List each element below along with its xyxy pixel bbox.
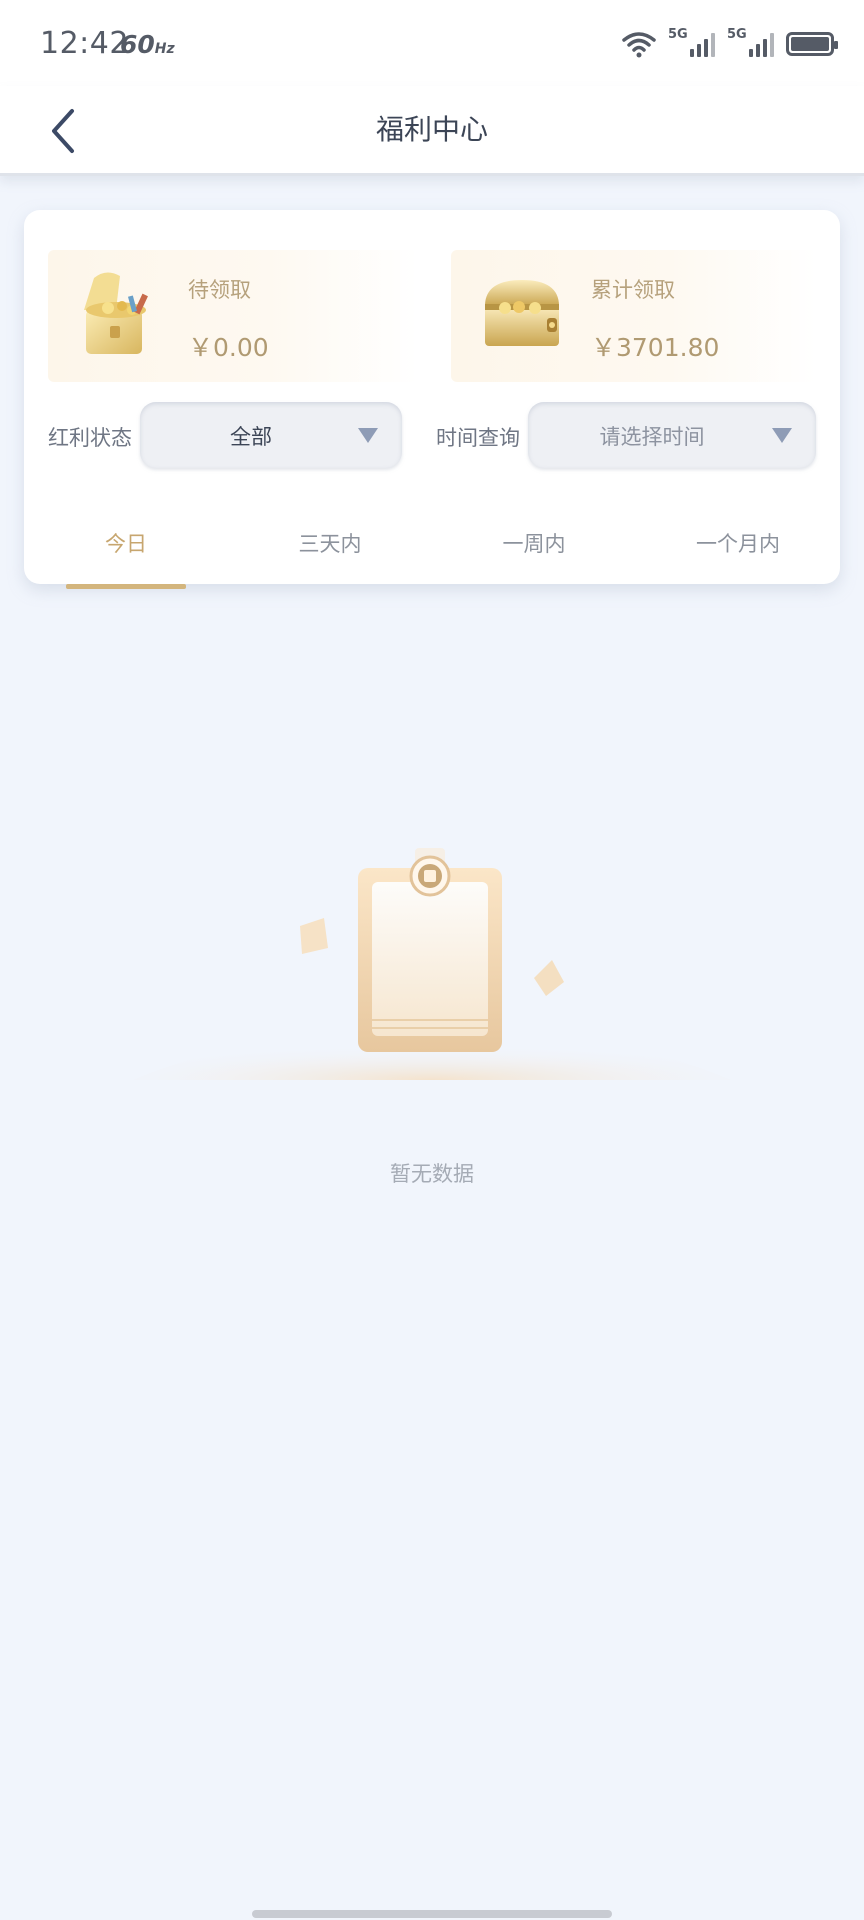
screen: 12:42 60Hz 5G 5G 福利中心 待领取 ￥0.00 累计领取 ￥37… bbox=[0, 0, 864, 1920]
pending-summary: 待领取 ￥0.00 bbox=[48, 250, 418, 382]
total-summary: 累计领取 ￥3701.80 bbox=[451, 250, 816, 382]
battery-icon bbox=[786, 32, 838, 56]
tab-today[interactable]: 今日 bbox=[24, 528, 228, 558]
active-tab-indicator bbox=[66, 584, 186, 589]
empty-state-text: 暂无数据 bbox=[390, 1162, 474, 1186]
dropdown-arrow-icon bbox=[358, 428, 378, 443]
status-filter-label: 红利状态 bbox=[48, 426, 132, 450]
time-filter-label: 时间查询 bbox=[436, 426, 520, 450]
tab-one-week[interactable]: 一周内 bbox=[432, 528, 636, 558]
pending-value: ￥0.00 bbox=[188, 333, 269, 362]
status-bar: 12:42 60Hz 5G 5G bbox=[0, 0, 864, 86]
treasure-chest-open-icon bbox=[84, 272, 148, 354]
treasure-chest-closed-icon bbox=[485, 280, 559, 346]
empty-clipboard-icon bbox=[132, 848, 732, 1080]
tab-three-days[interactable]: 三天内 bbox=[228, 528, 432, 558]
signal-icon: 5G bbox=[668, 27, 715, 57]
summary-card: 待领取 ￥0.00 累计领取 ￥3701.80 红利状态 全部 时间查询 请选择… bbox=[24, 210, 840, 584]
wifi-icon bbox=[622, 32, 656, 58]
total-label: 累计领取 bbox=[591, 278, 675, 302]
pending-label: 待领取 bbox=[188, 278, 251, 302]
total-value: ￥3701.80 bbox=[591, 333, 720, 362]
period-tabs: 今日 三天内 一周内 一个月内 bbox=[24, 528, 840, 578]
signal-icon: 5G bbox=[727, 27, 774, 57]
home-indicator[interactable] bbox=[252, 1910, 612, 1918]
status-select[interactable]: 全部 bbox=[140, 402, 402, 468]
status-select-value: 全部 bbox=[230, 425, 272, 449]
tab-one-month[interactable]: 一个月内 bbox=[636, 528, 840, 558]
time-select-placeholder: 请选择时间 bbox=[599, 425, 705, 449]
status-icons: 5G 5G bbox=[622, 27, 838, 60]
refresh-rate: 60Hz bbox=[120, 30, 175, 59]
page-title: 福利中心 bbox=[375, 113, 488, 146]
status-time: 12:42 bbox=[40, 26, 129, 61]
time-select[interactable]: 请选择时间 bbox=[528, 402, 816, 468]
nav-bar: 福利中心 bbox=[0, 86, 864, 176]
dropdown-arrow-icon bbox=[772, 428, 792, 443]
